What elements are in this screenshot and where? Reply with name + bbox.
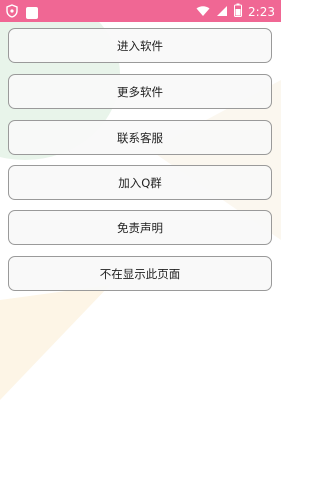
signal-icon [216, 2, 228, 21]
enter-app-button[interactable]: 进入软件 [8, 28, 272, 63]
wifi-icon [196, 2, 210, 21]
notification-square-icon [26, 6, 38, 19]
disclaimer-button[interactable]: 免责声明 [8, 210, 272, 245]
contact-support-button[interactable]: 联系客服 [8, 120, 272, 155]
join-qq-group-button[interactable]: 加入Q群 [8, 165, 272, 200]
status-bar: 2:23 [0, 0, 281, 22]
more-apps-button[interactable]: 更多软件 [8, 74, 272, 109]
status-time: 2:23 [248, 4, 275, 19]
dont-show-again-button[interactable]: 不在显示此页面 [8, 256, 272, 291]
shield-icon [6, 3, 18, 22]
battery-icon [234, 2, 243, 21]
